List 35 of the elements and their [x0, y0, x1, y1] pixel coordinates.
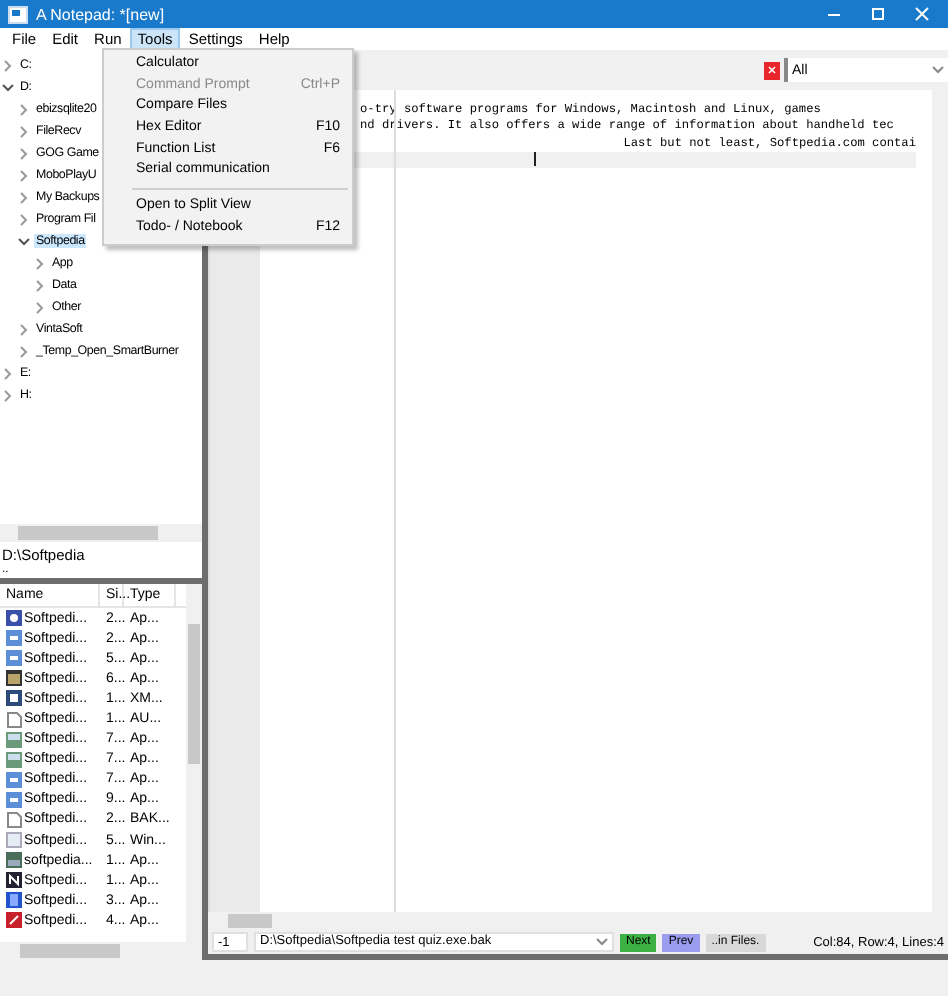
file-icon	[6, 731, 22, 748]
window-title: A Notepad: *[new]	[36, 5, 167, 23]
file-icon	[6, 610, 22, 627]
text-cursor	[534, 151, 536, 166]
collapsed-icon[interactable]	[18, 213, 30, 225]
collapsed-icon[interactable]	[2, 59, 14, 71]
notepad-icon	[8, 5, 28, 23]
expanded-icon[interactable]	[2, 81, 14, 93]
collapsed-icon[interactable]	[34, 301, 46, 313]
clear-filter-button[interactable]	[764, 61, 780, 79]
close-icon	[914, 6, 930, 22]
file-icon	[6, 751, 22, 768]
collapsed-icon[interactable]	[34, 279, 46, 291]
collapsed-icon[interactable]	[18, 323, 30, 335]
caret-icon	[596, 938, 608, 946]
file-icon	[6, 872, 22, 889]
maximize-icon	[870, 6, 886, 22]
file-icon	[6, 852, 22, 869]
collapsed-icon[interactable]	[2, 389, 14, 401]
collapsed-icon[interactable]	[18, 125, 30, 137]
collapsed-icon[interactable]	[18, 191, 30, 203]
collapsed-icon[interactable]	[18, 147, 30, 159]
collapsed-icon[interactable]	[18, 169, 30, 181]
caret-icon	[932, 66, 944, 74]
file-icon	[6, 912, 22, 929]
collapsed-icon[interactable]	[34, 257, 46, 269]
expanded-icon[interactable]	[18, 235, 30, 247]
file-icon	[6, 892, 22, 909]
scrollbar[interactable]	[0, 942, 202, 960]
scrollbar[interactable]	[0, 524, 202, 542]
collapsed-icon[interactable]	[18, 345, 30, 357]
collapsed-icon[interactable]	[2, 367, 14, 379]
close-icon	[768, 66, 776, 74]
scrollbar[interactable]	[186, 584, 202, 942]
collapsed-icon[interactable]	[18, 103, 30, 115]
